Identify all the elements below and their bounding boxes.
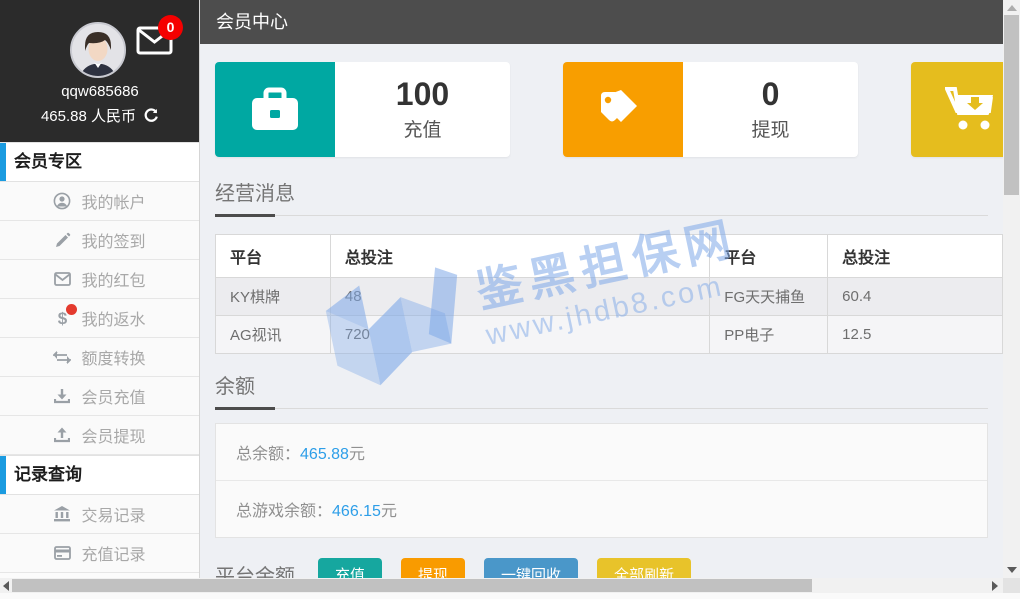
cell-totalbet: 60.4: [828, 278, 1003, 316]
sidebar-item-my-account[interactable]: 我的帐户: [0, 182, 199, 221]
scroll-right-arrow[interactable]: [992, 581, 998, 591]
scrollbar-corner: [1003, 578, 1020, 593]
upload-icon: [53, 426, 71, 444]
transfer-icon: [53, 348, 71, 366]
envelope-icon: [53, 270, 71, 288]
withdraw-button[interactable]: 提现: [401, 558, 465, 578]
profile-balance: 465.88 人民币: [0, 105, 200, 126]
sidebar-item-label: 我的帐户: [81, 189, 145, 213]
page-title-bar: 会员中心: [200, 0, 1003, 44]
deposit-button[interactable]: 充值: [318, 558, 382, 578]
sidebar-item-member-withdraw[interactable]: 会员提现: [0, 416, 199, 455]
profile-username: qqw685686: [0, 83, 200, 100]
total-balance-value: 465.88: [300, 446, 349, 463]
main-content: 100 充值 0 提现: [200, 44, 1003, 578]
stat-card-deposit[interactable]: 100 充值: [215, 62, 510, 157]
sidebar-item-label: 充值记录: [81, 541, 145, 565]
mail-badge: 0: [158, 15, 183, 40]
table-row: KY棋牌 48 FG天天捕鱼 60.4: [216, 278, 1003, 316]
dollar-icon: $: [53, 309, 71, 327]
notification-dot: [66, 304, 77, 315]
sidebar-section-member: 会员专区: [0, 142, 199, 182]
total-balance-row: 总余额：465.88元: [216, 424, 987, 480]
sidebar-item-label: 交易记录: [81, 502, 145, 526]
deposit-count: 100: [396, 77, 449, 112]
sidebar-item-transaction-records[interactable]: 交易记录: [0, 495, 199, 534]
cell-totalbet: 48: [330, 278, 709, 316]
table-header-row: 平台 总投注 平台 总投注: [216, 235, 1003, 278]
withdraw-count: 0: [762, 77, 780, 112]
sidebar-item-label: 会员提现: [81, 423, 145, 447]
cell-platform: AG视讯: [216, 316, 331, 354]
balance-box: 总余额：465.88元 总游戏余额：466.15元: [215, 423, 988, 538]
bank-icon: [53, 505, 71, 523]
stat-card-withdraw[interactable]: 0 提现: [563, 62, 858, 157]
avatar-person-icon: [72, 24, 124, 76]
sidebar-item-label: 额度转换: [81, 345, 145, 369]
stat-cards: 100 充值 0 提现: [215, 62, 1003, 157]
sidebar-section-records: 记录查询: [0, 455, 199, 495]
refresh-all-button[interactable]: 全部刷新: [597, 558, 691, 578]
sidebar-item-deposit-records[interactable]: 充值记录: [0, 534, 199, 573]
withdraw-label: 提现: [751, 115, 789, 142]
sidebar-item-label: 我的红包: [81, 267, 145, 291]
balance-section-header: 余额: [215, 370, 988, 409]
card-icon: [53, 544, 71, 562]
game-balance-value: 466.15: [332, 503, 381, 520]
briefcase-icon: [215, 62, 335, 157]
bottom-strip: [0, 593, 1020, 599]
balance-section-title: 余额: [215, 376, 255, 398]
cell-totalbet: 12.5: [828, 316, 1003, 354]
sidebar-item-label: 会员充值: [81, 384, 145, 408]
col-totalbet-2: 总投注: [828, 235, 1003, 278]
cell-totalbet: 720: [330, 316, 709, 354]
avatar[interactable]: [70, 22, 126, 78]
user-icon: [53, 192, 71, 210]
col-totalbet-1: 总投注: [330, 235, 709, 278]
cell-platform: FG天天捕鱼: [710, 278, 828, 316]
col-platform-2: 平台: [710, 235, 828, 278]
sidebar-item-my-checkin[interactable]: 我的签到: [0, 221, 199, 260]
cell-platform: PP电子: [710, 316, 828, 354]
business-section-title: 经营消息: [215, 183, 295, 205]
cell-platform: KY棋牌: [216, 278, 331, 316]
download-icon: [53, 387, 71, 405]
game-balance-row: 总游戏余额：466.15元: [216, 480, 987, 537]
pencil-icon: [53, 231, 71, 249]
profile-balance-text: 465.88 人民币: [41, 105, 136, 126]
profile-panel: 0 qqw685686 465.88 人民币: [0, 0, 199, 142]
stat-card-cart[interactable]: [911, 62, 1003, 157]
bet-summary-table: 平台 总投注 平台 总投注 KY棋牌 48 FG天天捕鱼 60.4 AG视讯 7…: [215, 234, 1003, 354]
cart-icon: [911, 62, 1003, 157]
business-section-header: 经营消息: [215, 177, 988, 216]
vertical-scrollbar[interactable]: [1003, 0, 1020, 578]
scroll-down-arrow[interactable]: [1007, 567, 1017, 573]
sidebar-item-my-redpacket[interactable]: 我的红包: [0, 260, 199, 299]
platform-balance-header: 平台余额 充值 提现 一键回收 全部刷新: [215, 558, 988, 578]
horizontal-scroll-thumb[interactable]: [12, 579, 812, 592]
scroll-left-arrow[interactable]: [3, 581, 9, 591]
game-balance-unit: 元: [381, 503, 397, 520]
vertical-scroll-thumb[interactable]: [1004, 15, 1019, 195]
tag-icon: [563, 62, 683, 157]
refresh-icon[interactable]: [144, 108, 159, 123]
total-balance-label: 总余额：: [236, 446, 300, 463]
platform-buttons: 充值 提现 一键回收 全部刷新: [318, 558, 691, 578]
one-key-recycle-button[interactable]: 一键回收: [484, 558, 578, 578]
sidebar: 0 qqw685686 465.88 人民币 会员专区 我的帐户 我的签到 我的…: [0, 0, 200, 578]
horizontal-scrollbar[interactable]: [0, 578, 1020, 593]
game-balance-label: 总游戏余额：: [236, 503, 332, 520]
sidebar-item-quota-transfer[interactable]: 额度转换: [0, 338, 199, 377]
col-platform-1: 平台: [216, 235, 331, 278]
sidebar-item-my-rebate[interactable]: $ 我的返水: [0, 299, 199, 338]
deposit-label: 充值: [403, 115, 441, 142]
page-title: 会员中心: [216, 12, 288, 32]
platform-balance-title: 平台余额: [215, 560, 295, 578]
sidebar-item-label: 我的返水: [81, 306, 145, 330]
table-row: AG视讯 720 PP电子 12.5: [216, 316, 1003, 354]
total-balance-unit: 元: [349, 446, 365, 463]
scroll-up-arrow[interactable]: [1007, 5, 1017, 11]
sidebar-item-member-deposit[interactable]: 会员充值: [0, 377, 199, 416]
sidebar-item-label: 我的签到: [81, 228, 145, 252]
